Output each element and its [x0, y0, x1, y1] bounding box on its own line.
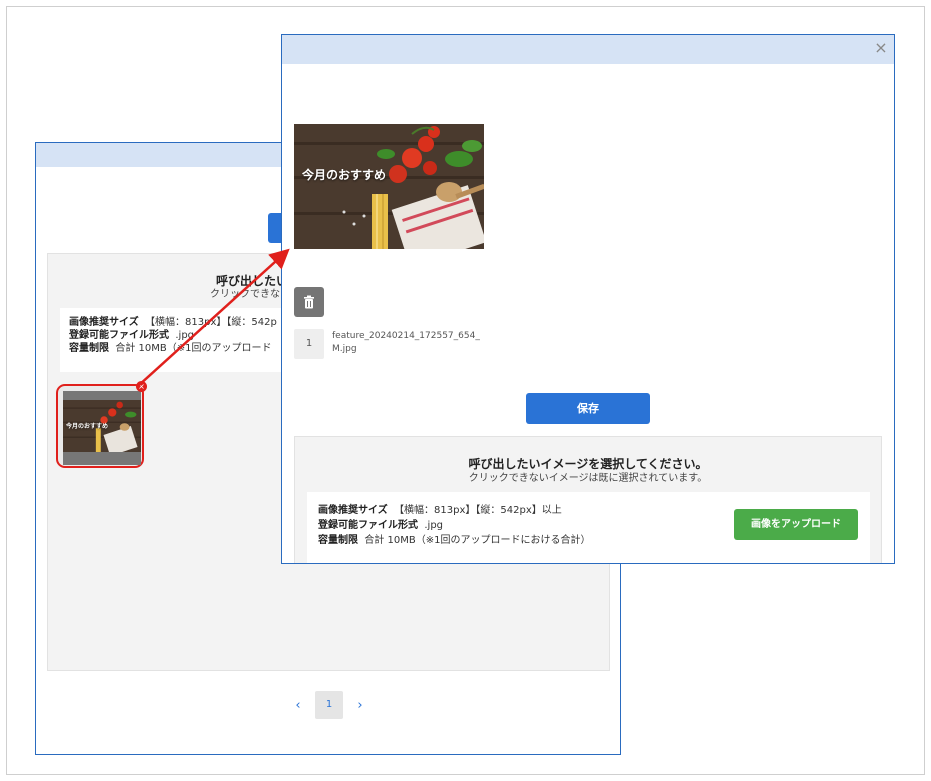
file-entry: 1 feature_20240214_172557_654_M.jpg: [294, 329, 482, 359]
upload-image-button[interactable]: 画像をアップロード: [734, 509, 858, 540]
highlighted-thumbnail[interactable]: 今月のおすすめ ×: [56, 381, 147, 468]
image-edit-modal: × 今月のおすすめ 1 feature_20240214_172557_654_…: [281, 34, 895, 564]
image-thumbnail[interactable]: 今月のおすすめ: [63, 391, 141, 465]
selected-image-preview: 今月のおすすめ: [294, 124, 484, 249]
upload-info-box: 画像推奨サイズ 【横幅：813px】【縦：542px】以上 登録可能ファイル形式…: [307, 492, 870, 563]
format-info: 登録可能ファイル形式 .jpg: [69, 330, 195, 341]
panel-subtitle: クリックできないイメージは既に選択されています。: [468, 473, 708, 484]
size-info: 画像推奨サイズ 【横幅：813px】【縦：542p: [69, 317, 277, 328]
trash-icon: [304, 295, 314, 309]
close-icon[interactable]: ×: [136, 381, 147, 392]
panel-subtitle: クリックできない: [210, 289, 290, 300]
delete-image-button[interactable]: [294, 287, 324, 317]
save-button[interactable]: 保存: [526, 393, 650, 424]
upload-info-box: 画像推奨サイズ 【横幅：813px】【縦：542p 登録可能ファイル形式 .jp…: [60, 308, 290, 372]
modal-titlebar: ×: [282, 35, 894, 64]
file-index: 1: [294, 329, 324, 359]
image-select-panel: 呼び出したいイメージを選択してください。 クリックできないイメージは既に選択され…: [294, 436, 882, 563]
chevron-right-icon[interactable]: ›: [353, 698, 367, 713]
pagination: ‹ 1 ›: [291, 691, 367, 719]
close-icon[interactable]: ×: [872, 38, 890, 58]
thumbnail-caption: 今月のおすすめ: [66, 423, 109, 430]
food-photo: [294, 124, 484, 249]
chevron-left-icon[interactable]: ‹: [291, 698, 305, 713]
file-name: feature_20240214_172557_654_M.jpg: [332, 331, 480, 354]
image-caption: 今月のおすすめ: [302, 168, 387, 182]
limit-info: 容量制限 合計 10MB（※1回のアップロード: [69, 343, 272, 354]
page-number-current[interactable]: 1: [315, 691, 343, 719]
